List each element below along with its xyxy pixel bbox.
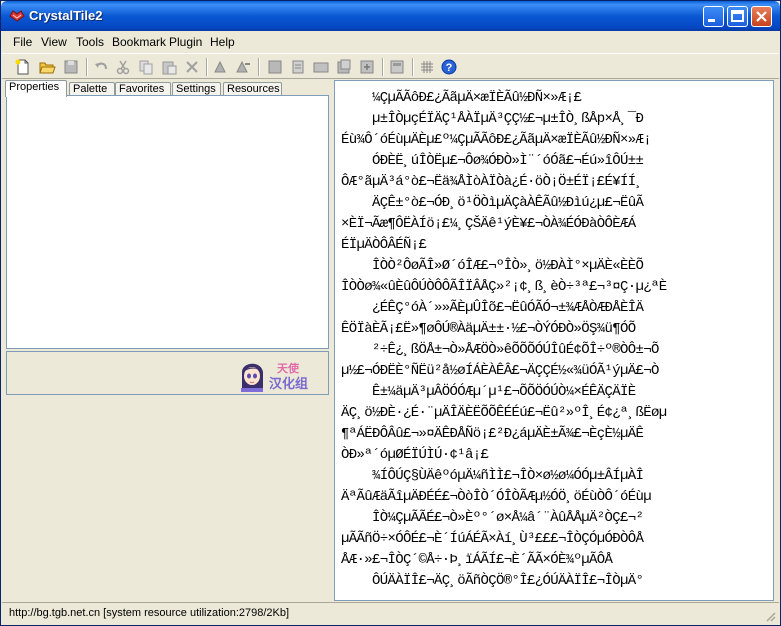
palette-icon [313, 62, 329, 73]
text-line: ÎÒÒ²ÔøÃÎ»Ø´óÎÆ£¬º­ÎÒ»¸ö½ÐÀÌ°×µÄÈ«ÈÈÕ [341, 258, 644, 274]
delete-icon [186, 61, 198, 73]
bookmark-icon [337, 59, 351, 74]
toolbar-separator [206, 58, 208, 76]
text-line: ¶ªÁËÐÔÂû£¬»¤ÄÊÐÅÑö¡£²Ð¿áµÄÈ±Ã¾£¬ÈçÈ½µÄÊ [341, 426, 644, 442]
tile-view-icon [268, 60, 282, 74]
text-line: ÅÆ·»£¬ÎÒÇ´©Å÷·Þ¸ïÁÃÍ£¬È´ÃÃ×ÓÈ¾ºµÃÔÅ [341, 552, 613, 568]
preview-panel: 天使 汉化组 [6, 351, 329, 395]
open-folder-icon [39, 62, 56, 74]
bookmark-button[interactable] [335, 58, 353, 76]
palette-button[interactable] [312, 58, 330, 76]
menu-plugin[interactable]: Plugin [169, 35, 202, 49]
text-line: µÃÃñÖ÷×ÓÔÉ£¬È´ÍúÁÉÃ×Àí¸Ù³£££¬ÎÒÇÓµÓÐÒÔÅ [341, 531, 644, 547]
save-icon [64, 60, 78, 74]
toolbar-separator [382, 58, 384, 76]
page-icon [292, 60, 304, 74]
minimize-button[interactable] [703, 6, 724, 27]
text-line: ÉÏµÄÒÔÂÉÑ¡£ [341, 237, 427, 253]
page-button[interactable] [289, 58, 307, 76]
text-line: ²÷Ê¿¸ßÖÅ±¬Ò»ÅÆÖÒ»êÕÕÕÓÚÎûÉ¢ÕÎ÷º®ÒÔ±¬Õ [341, 342, 659, 358]
resize-grip-icon[interactable] [764, 610, 776, 622]
status-text: http://bg.tgb.net.cn [system resource ut… [9, 607, 290, 619]
menu-file[interactable]: File [13, 35, 32, 49]
cut-icon [116, 60, 130, 75]
menu-bookmark[interactable]: Bookmark [112, 35, 166, 49]
menu-tools[interactable]: Tools [76, 35, 104, 49]
text-line: ÄÇÊ±°ò£¬ÓÐ¸ö¹ÖÒìµÄÇàÀÊÃû½Ðìú¿µ£¬ËûÃ [341, 195, 644, 211]
text-line: ÎÒÒø¾«ûÈûÔÚÒÔÔÃÎÏÂÅÇ»²¡¢¸ß¸èÒ÷³ª£¬³¤Ç·µ¿… [341, 279, 667, 295]
close-button[interactable] [751, 6, 772, 27]
grid-icon [421, 61, 433, 73]
text-line: µ½£¬ÓÐËÈ°ÑËü²å½øÍÁÈÀÊÂ£¬ÄÇÇÉ½«¾üÓÃ¹ýµÄ£¬… [341, 363, 659, 379]
text-line: ÄªÃûÆäÃîµÄÐÉÉ£¬ÒòÎÒ´ÓÎÒÃÆµ½ÓÖ¸öÉùÒÔ´óÉùµ [341, 489, 652, 505]
undo-button[interactable] [92, 58, 110, 76]
text-line: ×ÈÏ¬Ãæ¶ÔËÀÍö¡£¼¸ÇŠÄê¹ýÈ¥£¬ÒÀ¾ÉÓÐàÒÔÈÆÁ [341, 216, 636, 232]
toolbar: ? [2, 53, 779, 79]
paste-icon [162, 61, 177, 75]
tab-properties[interactable]: Properties [5, 80, 67, 97]
toolbar-separator [86, 58, 88, 76]
text-line: ÊÖÏàÈÃ¡£Ë»¶øÔÚ®ÀäµÄ±±·½£¬ÒÝÓÐÒ»ÖŞ¾ü¶ÓÕ [341, 321, 636, 337]
toolbar-separator [412, 58, 414, 76]
new-file-icon [15, 59, 29, 75]
cut-button[interactable] [114, 58, 132, 76]
text-line: Éù¾Ô´óÉùµÄÈµ£º¼ÇµÃÃôÐ£¿ÃãµÄ×æÏÈÃû½ÐÑ×»Æ¡ [341, 132, 652, 148]
tile-view-button[interactable] [266, 58, 284, 76]
title-bar[interactable]: CrystalTile2 [1, 1, 780, 31]
text-line: ¿ÉÊÇ°óÀ´»»ÃÈµÛÎõ£¬ËûÓÃÓ¬±¾ÆÅÒÆÐÅÈÎÄ [341, 300, 644, 316]
export-icon [390, 60, 404, 74]
minimize-icon [708, 19, 715, 22]
maximize-icon [731, 10, 744, 22]
text-line: ÓÐÈË¸úÎÒËµ£¬Ôø¾­ÓÐÒ»Ì¨´óÓã£¬Éú»îÔÚ±± [341, 153, 644, 169]
grid-button[interactable] [418, 58, 436, 76]
menu-help[interactable]: Help [210, 35, 235, 49]
find-button[interactable] [212, 58, 230, 76]
copy-button[interactable] [137, 58, 155, 76]
svg-text:汉化组: 汉化组 [269, 376, 308, 392]
text-line: ÒÐ»ª´óµØÉÏÚÌÚ·¢¹â¡£ [341, 447, 489, 463]
left-tab-strip: Properties Palette Favorites Settings Re… [5, 80, 331, 97]
replace-button[interactable] [234, 58, 252, 76]
svg-text:?: ? [446, 62, 453, 74]
left-empty-area [5, 397, 331, 601]
copy-icon [139, 60, 153, 75]
crystal-app-icon [9, 10, 25, 22]
import-icon [360, 60, 374, 74]
paste-button[interactable] [160, 58, 178, 76]
app-window: CrystalTile2 File View Tools Bookmark Pl… [0, 0, 781, 626]
new-file-button[interactable] [14, 58, 32, 76]
text-line: ÄÇ¸ö½ÐÈ·¿É·¨µÄÎÄÈËÕÕÊÉÉú£¬Ëû²»ºÎ¸É¢¿ª¸ßË… [341, 405, 667, 421]
properties-panel[interactable] [6, 95, 329, 349]
text-view[interactable]: ¼ÇµÃÃôÐ£¿ÃãµÄ×æÏÈÃû½ÐÑ×»Æ¡£ µ±ÎÒµçÉÏÄÇ¹Å… [334, 80, 774, 601]
text-line: Ê±¼äµÄ³µÂÖÓÓÆµ´µ¹£¬ÕÕÖÓÚÒ¼×ÉÊÄÇÄÏÈ [341, 384, 636, 400]
text-line: µ±ÎÒµçÉÏÄÇ¹ÅÀÏµÄ³ÇÇ½£¬µ±ÎÒ¸ßÅp×Å¸¯Ð [341, 111, 644, 127]
window-title: CrystalTile2 [29, 8, 103, 23]
close-icon [756, 11, 767, 22]
text-line: ¾ÍÔÚÇ§ÙÄêºóµÄ¼ñÌÌ£¬ÎÒ×ø½ø¼ÓÓµ±ÂÍµÀÎ [341, 468, 644, 484]
delete-button[interactable] [183, 58, 201, 76]
text-line: ¼ÇµÃÃôÐ£¿ÃãµÄ×æÏÈÃû½ÐÑ×»Æ¡£ [341, 90, 582, 106]
text-line: ÔÚÄÀÏÎ£¬ÄÇ¸öÃñÒÇÖ®°Î£¿ÓÚÄÀÏÎ£¬ÎÒµÄ° [341, 573, 644, 589]
undo-icon [95, 62, 107, 70]
menu-view[interactable]: View [41, 35, 67, 49]
text-content: ¼ÇµÃÃôÐ£¿ÃãµÄ×æÏÈÃû½ÐÑ×»Æ¡£ µ±ÎÒµçÉÏÄÇ¹Å… [335, 88, 773, 592]
svg-text:天使: 天使 [277, 361, 300, 375]
text-line: ÎÒ¼ÇµÃÃÉ£¬Ò»Èº°´ø×Å¼â´¨ÀûÅÅµÄ²ÒÇ£¬² [341, 510, 644, 526]
toolbar-separator [258, 58, 260, 76]
menu-bar: File View Tools Bookmark Plugin Help [2, 31, 779, 53]
save-button[interactable] [62, 58, 80, 76]
help-button[interactable]: ? [440, 58, 458, 76]
open-button[interactable] [38, 58, 56, 76]
angel-translation-group-logo: 天使 汉化组 [239, 358, 325, 392]
import-button[interactable] [358, 58, 376, 76]
export-button[interactable] [388, 58, 406, 76]
text-line: ÔÆ°ãµÄ³á°ò£¬Ëä¾ÅÌòÀÏÒà¿É·öÒ¡Ö±ÉÏ¡£É¥ÍÍ¸ [341, 174, 644, 190]
replace-icon [236, 60, 250, 73]
find-icon [214, 60, 226, 73]
maximize-button[interactable] [727, 6, 748, 27]
help-icon: ? [441, 59, 457, 75]
status-bar: http://bg.tgb.net.cn [system resource ut… [2, 602, 779, 625]
